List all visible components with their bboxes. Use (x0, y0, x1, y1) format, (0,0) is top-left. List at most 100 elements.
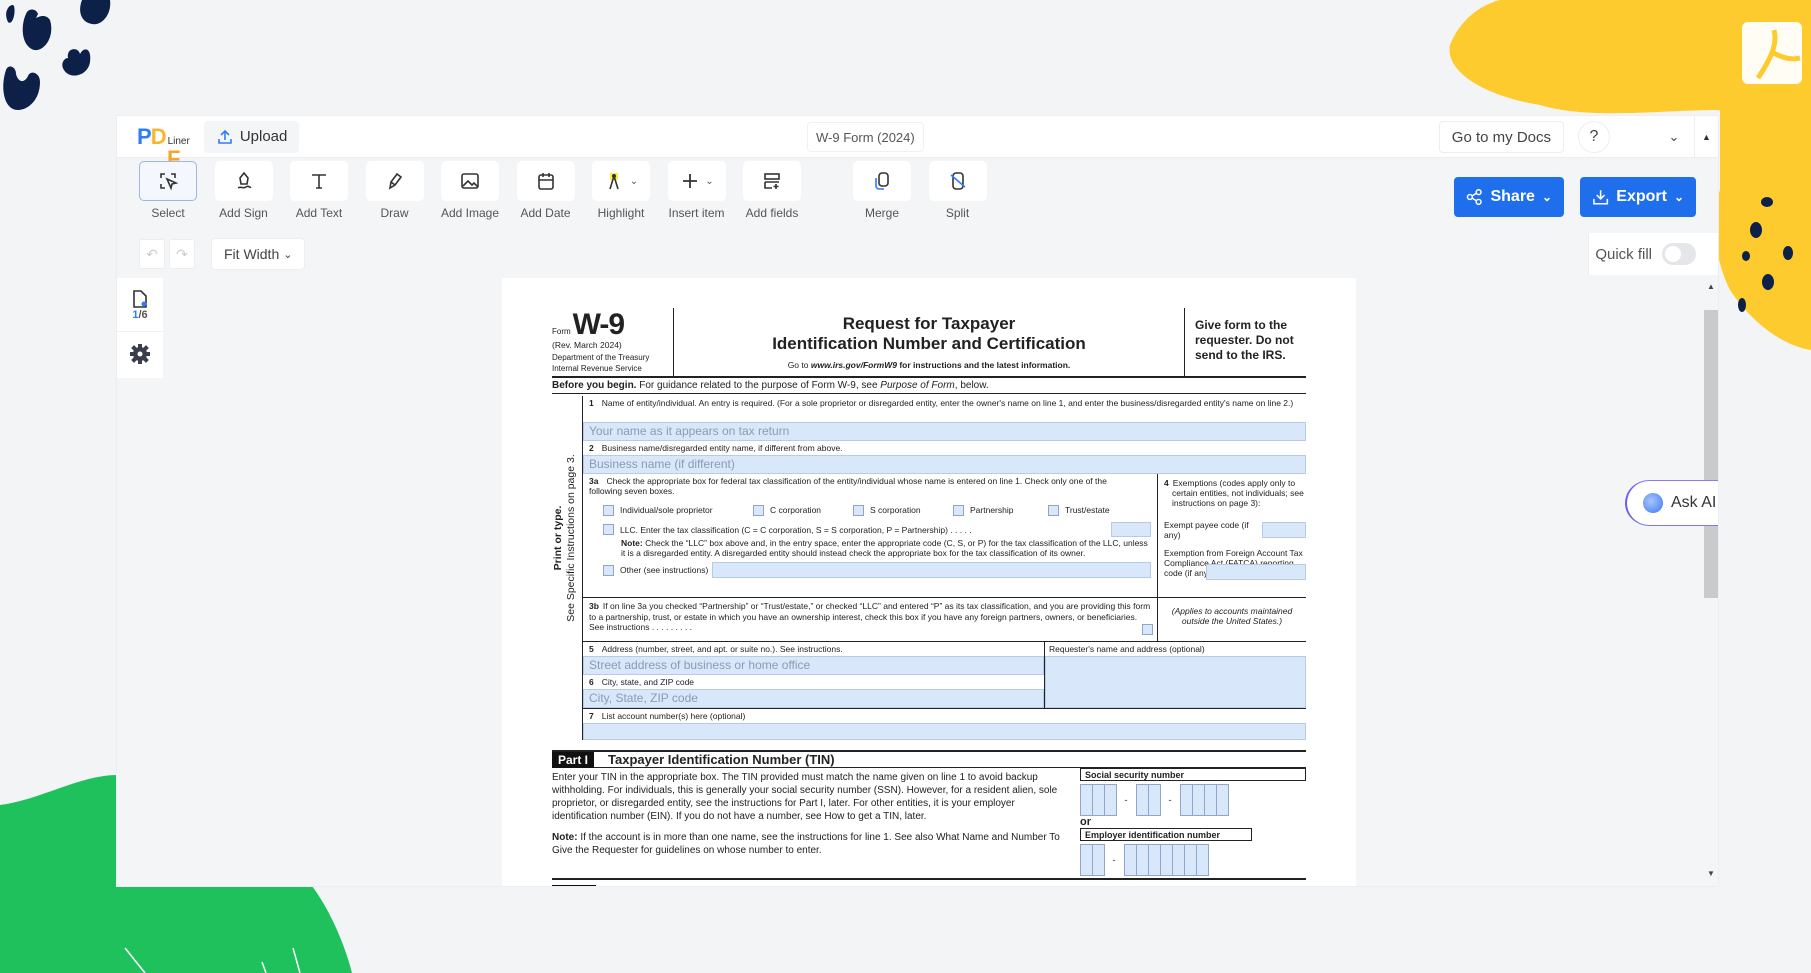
goto-prefix: Go to (787, 360, 811, 370)
collapse-header-button[interactable]: ▲ (1694, 116, 1718, 158)
address-field[interactable]: Street address of business or home offic… (583, 656, 1044, 675)
pdfliner-logo[interactable]: P D F Liner (137, 123, 190, 172)
scroll-up-icon[interactable]: ▲ (1704, 282, 1718, 291)
city-state-zip-field[interactable]: City, State, ZIP code (583, 689, 1044, 708)
llc-checkbox[interactable] (603, 524, 614, 536)
side-label-1: Print or type. (552, 505, 564, 571)
redo-button[interactable]: ↷ (169, 239, 195, 269)
form-name: W-9 (572, 308, 625, 341)
checkbox[interactable] (853, 505, 864, 517)
scrollbar-thumb[interactable] (1704, 310, 1718, 598)
tool-label: Select (151, 206, 185, 220)
share-button[interactable]: Share ⌄ (1454, 177, 1564, 217)
byb-italic: Purpose of Form (880, 380, 955, 391)
pdf-page: Form W-9 (Rev. March 2024) Department of … (502, 278, 1356, 886)
tool-merge[interactable]: Merge (853, 159, 911, 220)
business-name-field[interactable]: Business name (if different) (583, 455, 1306, 474)
tool-draw[interactable]: Draw (365, 159, 424, 220)
dept-line-2: Internal Revenue Service (552, 364, 642, 373)
calendar-icon (537, 173, 554, 190)
line-number: 7 (589, 711, 594, 721)
part-title: Taxpayer Identification Number (TIN) (608, 752, 835, 767)
option-label: C corporation (770, 505, 822, 515)
checkbox[interactable] (603, 505, 614, 517)
tool-highlight[interactable]: ⌄ Highlight (592, 159, 650, 220)
byb-text: For guidance related to the purpose of F… (636, 380, 881, 391)
checkbox[interactable] (753, 505, 764, 517)
ask-ai-label: Ask AI (1671, 494, 1717, 511)
help-icon: ? (1589, 128, 1599, 145)
account-numbers-field[interactable] (583, 723, 1306, 740)
tool-add-sign[interactable]: Add Sign (214, 159, 273, 220)
option-label: Partnership (970, 505, 1014, 515)
logo-p: P (137, 123, 152, 149)
form-title-2: Identification Number and Certification (772, 334, 1086, 353)
exempt-payee-field[interactable] (1262, 522, 1306, 538)
document-scrollbar[interactable]: ▲ ▼ (1704, 278, 1718, 886)
scroll-down-icon[interactable]: ▼ (1704, 869, 1718, 878)
form-title-1: Request for Taxpayer (842, 314, 1016, 333)
page-counter: 1/6 (132, 309, 147, 321)
line-label: If on line 3a you checked “Partnership” … (589, 601, 1151, 632)
view-bar: ↶ ↷ Fit Width ⌄ Quick fill (117, 233, 1718, 275)
part-1-header: Part I Taxpayer Identification Number (TI… (552, 750, 1306, 768)
tool-add-image[interactable]: Add Image (441, 159, 499, 220)
tool-add-date[interactable]: Add Date (516, 159, 575, 220)
tool-add-text[interactable]: Add Text (290, 159, 348, 220)
ein-label: Employer identification number (1080, 828, 1252, 841)
fields-icon (764, 173, 780, 189)
name-field[interactable]: Your name as it appears on tax return (583, 422, 1306, 441)
classification-c-corp[interactable]: C corporation (753, 505, 853, 517)
other-checkbox[interactable] (603, 564, 614, 576)
fatca-field[interactable] (1206, 564, 1306, 580)
foreign-partners-checkbox[interactable] (1142, 624, 1153, 635)
go-to-my-docs-button[interactable]: Go to my Docs (1438, 121, 1564, 153)
plus-icon (683, 174, 698, 188)
classification-partnership[interactable]: Partnership (953, 505, 1048, 517)
ein-field[interactable]: - (1080, 844, 1306, 876)
undo-button[interactable]: ↶ (139, 239, 165, 269)
classification-s-corp[interactable]: S corporation (853, 505, 953, 517)
quick-fill-label: Quick fill (1595, 245, 1652, 263)
line-1-label: 1 Name of entity/individual. An entry is … (583, 396, 1306, 422)
page-thumbnails-button[interactable]: 1/6 (117, 278, 163, 332)
fatca-row: Exemption from Foreign Account Tax Compl… (1164, 548, 1306, 580)
llc-label: LLC. Enter the tax classification (C = C… (620, 524, 972, 535)
tool-split[interactable]: Split (928, 159, 987, 220)
ssn-field[interactable]: - - (1080, 784, 1306, 816)
zoom-value: Fit Width (224, 246, 280, 262)
draw-icon (388, 172, 402, 190)
requester-label: Requester's name and address (optional) (1049, 644, 1205, 654)
llc-code-field[interactable] (1111, 522, 1151, 538)
line-number: 2 (589, 443, 594, 453)
quick-fill-toggle[interactable] (1662, 243, 1696, 265)
line-7-label: 7 List account number(s) here (optional) (583, 709, 1306, 723)
tool-select[interactable]: Select (139, 159, 197, 220)
tool-insert-item[interactable]: ⌄ Insert item (667, 159, 726, 220)
line-label: Address (number, street, and apt. or sui… (601, 644, 843, 654)
settings-button[interactable] (117, 332, 163, 376)
export-button[interactable]: Export ⌄ (1580, 177, 1696, 217)
checkbox[interactable] (1048, 505, 1059, 517)
help-button[interactable]: ? (1578, 121, 1610, 153)
line-label: Name of entity/individual. An entry is r… (601, 398, 1294, 408)
gear-icon (130, 344, 150, 364)
classification-trust[interactable]: Trust/estate (1048, 505, 1110, 517)
document-title[interactable]: W-9 Form (2024) (807, 122, 924, 152)
requester-field[interactable] (1045, 656, 1306, 708)
tin-instructions: Enter your TIN in the appropriate box. T… (552, 772, 1058, 822)
account-menu-chevron-icon[interactable]: ⌄ (1664, 129, 1684, 145)
zoom-select[interactable]: Fit Width ⌄ (211, 238, 306, 270)
classification-individual[interactable]: Individual/sole proprietor (603, 505, 753, 517)
other-row: Other (see instructions) (589, 562, 1151, 579)
checkbox[interactable] (953, 505, 964, 517)
line-number: 6 (589, 677, 594, 687)
tool-label: Split (945, 206, 970, 220)
line-label: Check the appropriate box for federal ta… (589, 476, 1107, 496)
other-field[interactable] (712, 562, 1151, 579)
ssn-label: Social security number (1080, 768, 1306, 781)
logo-liner: Liner (167, 135, 190, 147)
ask-ai-button[interactable]: Ask AI (1627, 481, 1718, 525)
exempt-payee-label: Exempt payee code (if any) (1164, 520, 1249, 540)
tool-add-fields[interactable]: Add fields (743, 159, 801, 220)
